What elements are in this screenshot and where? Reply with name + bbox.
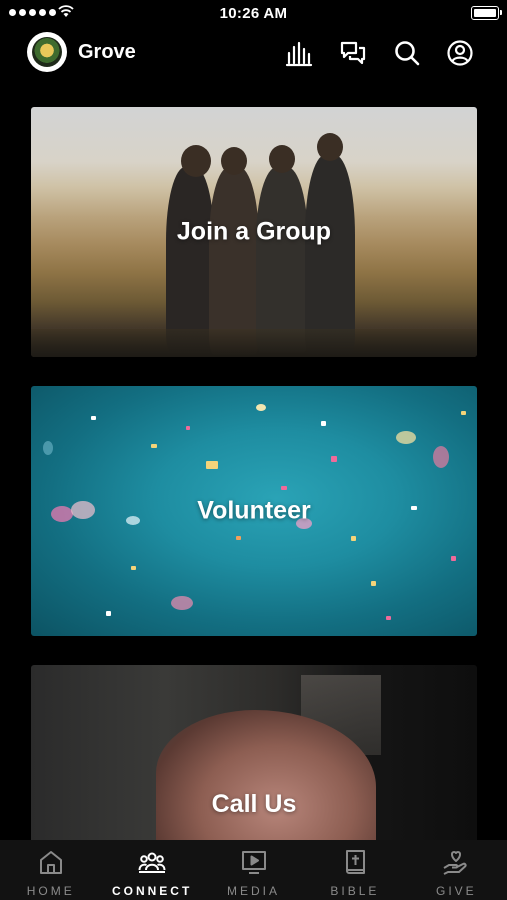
status-bar: 10:26 AM — [0, 0, 507, 28]
give-hand-heart-icon — [443, 851, 467, 875]
tab-connect[interactable]: CONNECT — [101, 840, 202, 900]
app-header: Grove — [0, 28, 507, 78]
bottom-tab-bar: HOME CONNECT MEDIA BIBLE GIVE — [0, 840, 507, 900]
call-us-card[interactable]: Call Us — [31, 665, 477, 840]
home-icon — [39, 851, 62, 874]
volunteer-card[interactable]: Volunteer — [31, 386, 477, 636]
play-screen-icon — [241, 851, 266, 874]
tab-home-label: HOME — [26, 884, 75, 898]
bible-icon — [345, 850, 365, 874]
tab-media[interactable]: MEDIA — [203, 840, 304, 900]
volunteer-label: Volunteer — [197, 496, 311, 525]
tab-bible-label: BIBLE — [330, 884, 380, 898]
church-logo[interactable] — [27, 32, 67, 72]
join-a-group-label: Join a Group — [176, 217, 332, 246]
call-us-label: Call Us — [211, 790, 297, 818]
chat-bubbles-icon[interactable] — [339, 39, 367, 67]
tab-bible[interactable]: BIBLE — [304, 840, 405, 900]
battery-icon — [471, 6, 502, 20]
app-title: Grove — [78, 41, 136, 63]
search-icon[interactable] — [393, 39, 421, 67]
people-icon — [138, 852, 166, 873]
tab-connect-label: CONNECT — [111, 884, 193, 898]
profile-icon[interactable] — [446, 39, 474, 67]
audio-bars-icon[interactable] — [285, 39, 313, 67]
tab-give-label: GIVE — [435, 884, 477, 898]
tab-home[interactable]: HOME — [0, 840, 101, 900]
tab-media-label: MEDIA — [227, 884, 281, 898]
status-time: 10:26 AM — [219, 5, 288, 22]
tab-give[interactable]: GIVE — [406, 840, 507, 900]
join-a-group-card[interactable]: Join a Group — [31, 107, 477, 357]
